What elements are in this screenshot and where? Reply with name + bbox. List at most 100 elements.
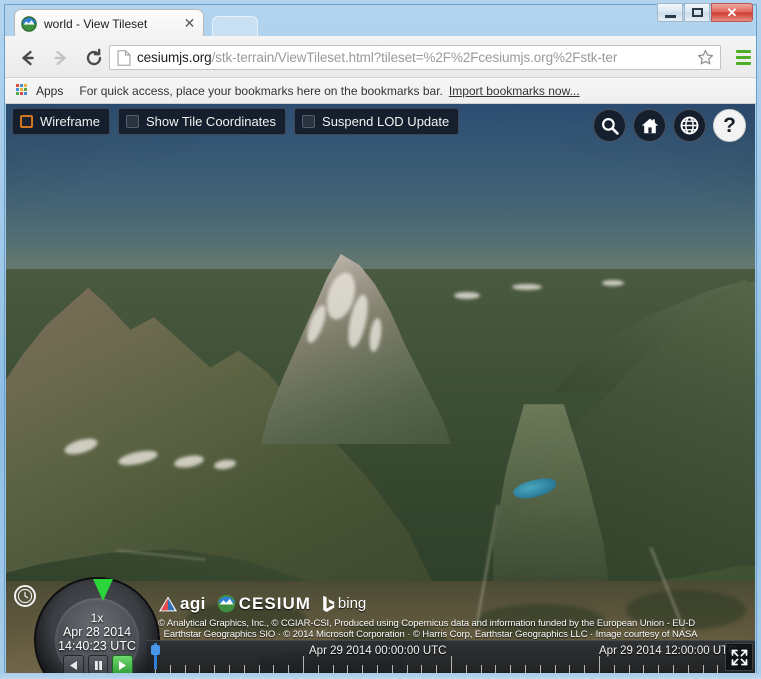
tileset-inspector-toolbar: Wireframe Show Tile Coordinates Suspend … [12,108,460,135]
agi-logo-text: agi [180,593,206,613]
home-button[interactable] [633,109,666,142]
timeline-minor-tick [243,665,245,673]
url-text: cesiumjs.org/stk-terrain/ViewTileset.htm… [137,50,618,65]
timeline-minor-tick [673,665,674,673]
browser-tab[interactable]: world - View Tileset ✕ [14,9,204,37]
timeline-minor-tick [569,665,571,673]
timeline-minor-tick [362,665,364,673]
timeline-label-left: Apr 29 2014 00:00:00 UTC [309,645,447,657]
timeline-major-tick [303,656,304,673]
show-tile-coordinates-toggle[interactable]: Show Tile Coordinates [117,108,287,135]
cesium-globe-icon [21,15,37,32]
back-icon[interactable] [15,45,41,71]
pause-icon [94,660,102,670]
suspend-lod-label: Suspend LOD Update [322,114,450,129]
timeline-minor-tick [421,665,423,673]
credit-line-1: © Analytical Graphics, Inc., © CGIAR-CSI… [158,617,696,629]
fullscreen-button[interactable] [725,643,753,671]
new-tab-button[interactable] [212,16,258,37]
timeline-minor-tick [199,665,201,673]
hamburger-menu-icon[interactable] [731,45,755,70]
bookmark-star-icon[interactable] [697,49,714,66]
reverse-button[interactable] [63,654,84,673]
bookmarks-bar: Apps For quick access, place your bookma… [5,78,756,104]
animation-widget[interactable]: 1x Apr 28 2014 14:40:23 UTC [14,577,160,673]
search-button[interactable] [593,109,626,142]
timeline-minor-tick [258,665,260,673]
pause-button[interactable] [87,654,109,673]
play-icon [119,660,127,670]
agi-triangle-icon [159,596,177,612]
timeline-minor-tick [687,665,689,673]
wireframe-checkbox-icon[interactable] [20,115,33,128]
animation-shuttle-pointer[interactable] [93,579,113,601]
timeline-widget[interactable]: Apr 29 2014 00:00:00 UTC Apr 29 2014 12:… [147,640,755,673]
timeline-minor-tick [702,665,704,673]
timeline-minor-tick [317,665,319,673]
timeline-label-right: Apr 29 2014 12:00:00 UTC [599,645,737,657]
tab-close-icon[interactable]: ✕ [182,16,197,31]
reload-icon[interactable] [81,45,107,71]
cesium-viewer[interactable]: Wireframe Show Tile Coordinates Suspend … [6,104,755,673]
snow-patch [454,292,480,299]
snow-patch [512,284,542,290]
timeline-minor-tick [184,665,186,673]
cesium-logo[interactable]: CESIUM [217,594,311,614]
clock-icon[interactable] [14,585,36,607]
animation-date: Apr 28 2014 [62,625,132,639]
timeline-minor-tick [658,665,660,673]
timeline-minor-tick [510,665,512,673]
scene-mode-button[interactable] [673,109,706,142]
close-window-button[interactable]: ✕ [711,3,753,22]
agi-logo[interactable]: agi [158,594,206,614]
cesium-globe-logo-icon [217,595,236,613]
address-bar[interactable]: cesiumjs.org/stk-terrain/ViewTileset.htm… [109,45,721,70]
browser-window: world - View Tileset ✕ ✕ cesiumjs.org/st… [0,0,761,679]
timeline-minor-tick [377,665,378,673]
timeline-minor-tick [169,665,171,673]
timeline-minor-tick [273,665,275,673]
tile-coordinates-label: Show Tile Coordinates [145,114,277,129]
snow-patch [602,280,624,286]
maximize-button[interactable] [684,3,710,22]
minimize-button[interactable] [657,3,683,22]
wireframe-toggle[interactable]: Wireframe [12,108,110,135]
timeline-current-time-marker[interactable] [151,643,160,669]
timeline-minor-tick [214,665,216,673]
timeline-minor-tick [554,665,556,673]
timeline-minor-tick [465,665,467,673]
bookmarks-hint: For quick access, place your bookmarks h… [79,83,443,98]
animation-time: 14:40:23 UTC [58,639,136,653]
tab-strip: world - View Tileset ✕ ✕ [0,0,761,37]
timeline-minor-tick [406,665,408,673]
reverse-icon [69,660,77,670]
clock-face-icon [17,588,33,604]
animation-controls [63,653,134,673]
cesium-logo-text: CESIUM [238,593,311,613]
suspend-lod-update-toggle[interactable]: Suspend LOD Update [294,108,460,135]
forward-icon[interactable] [47,45,73,71]
animation-readout: 1x Apr 28 2014 14:40:23 UTC [34,611,160,653]
timeline-minor-tick [480,665,482,673]
import-bookmarks-link[interactable]: Import bookmarks now... [449,84,580,98]
suspend-lod-checkbox-icon[interactable] [302,115,316,128]
timeline-minor-tick [288,665,290,673]
timeline-minor-tick [436,665,438,673]
tile-coordinates-checkbox-icon[interactable] [125,115,139,128]
viewer-toolbar: ? [593,109,746,142]
bing-logo[interactable]: bing [322,595,366,613]
help-button[interactable]: ? [713,109,746,142]
timeline-major-tick [599,656,600,673]
window-controls: ✕ [657,3,753,22]
timeline-minor-tick [229,665,230,673]
navigation-bar: cesiumjs.org/stk-terrain/ViewTileset.htm… [5,36,756,78]
timeline-minor-tick [584,665,586,673]
credit-text: © Analytical Graphics, Inc., © CGIAR-CSI… [158,618,755,641]
tab-title: world - View Tileset [44,16,148,31]
apps-grid-icon[interactable] [16,84,29,97]
play-button[interactable] [112,654,134,673]
globe-icon [680,116,699,135]
apps-label[interactable]: Apps [36,84,63,98]
timeline-major-tick [451,656,452,673]
timeline-minor-tick [717,665,719,673]
